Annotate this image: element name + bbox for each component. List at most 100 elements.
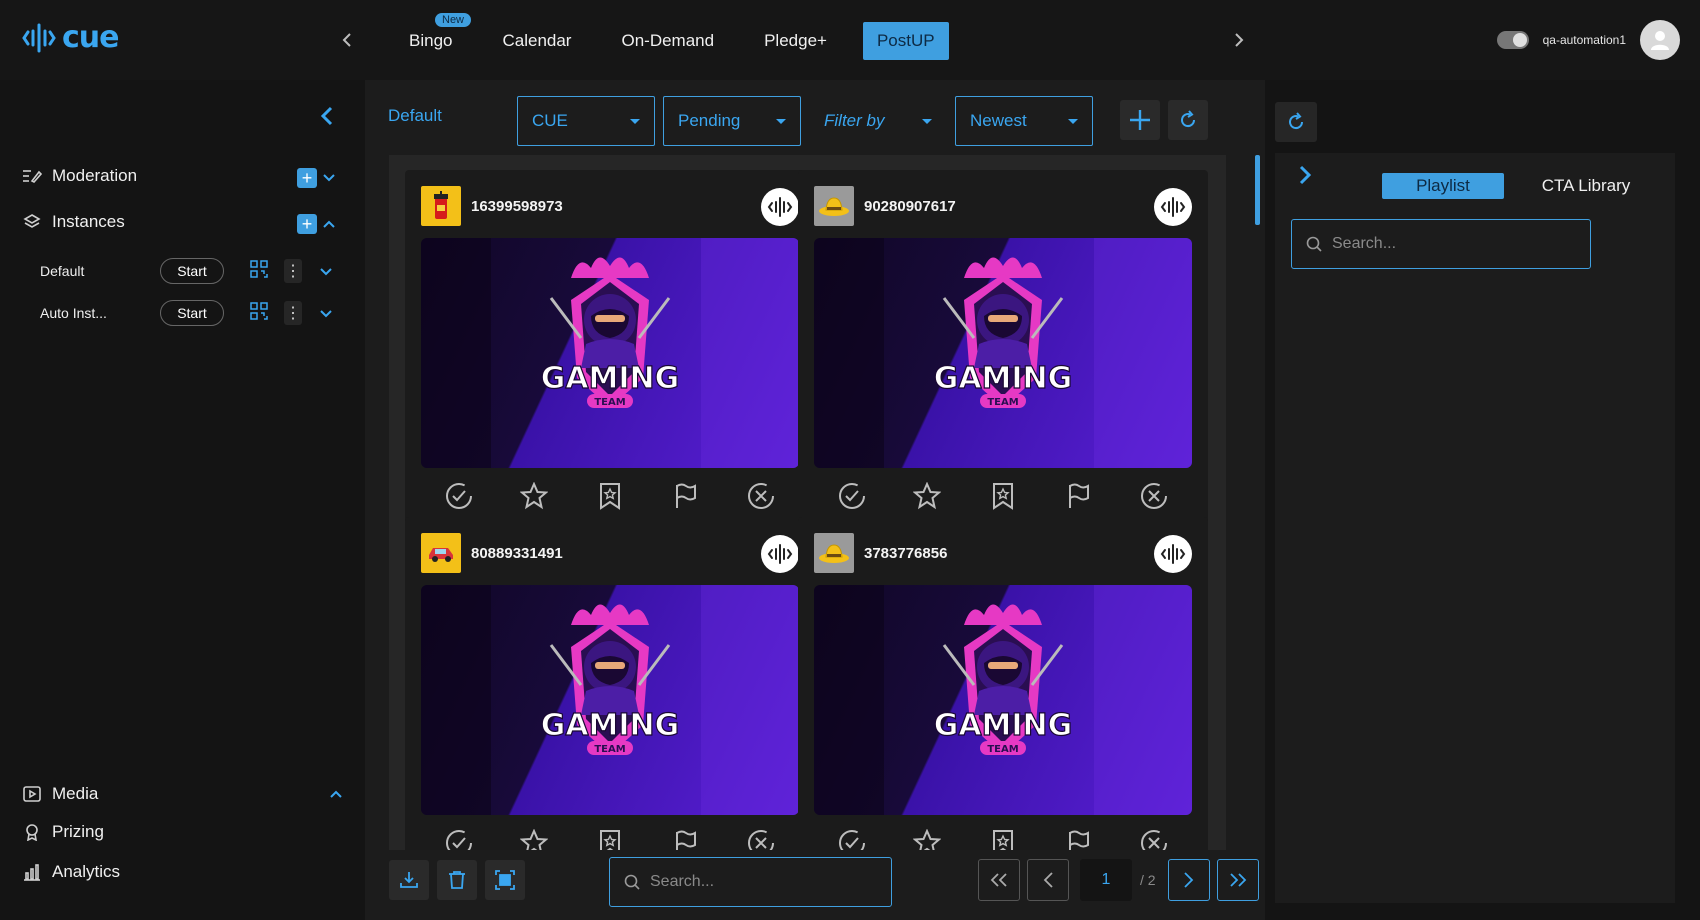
bookmark-star-icon[interactable] <box>596 482 624 510</box>
filter-dropdown[interactable]: Filter by <box>809 96 947 146</box>
cue-logo[interactable]: cue <box>22 20 119 55</box>
status-dropdown[interactable]: Pending <box>663 96 801 146</box>
star-icon[interactable] <box>520 482 549 510</box>
last-page-button[interactable] <box>1217 859 1259 901</box>
cue-badge-button[interactable] <box>1154 535 1192 573</box>
add-moderation-button[interactable]: + <box>297 168 317 188</box>
chevron-up-icon[interactable] <box>330 790 342 798</box>
dropdown-value: Filter by <box>824 111 885 130</box>
instance-name[interactable]: Default <box>40 263 160 279</box>
approve-icon[interactable] <box>838 829 866 850</box>
sidebar-collapse-button[interactable] <box>320 106 334 131</box>
chevron-down-icon[interactable] <box>323 174 335 182</box>
logo-subtitle: TEAM <box>987 744 1018 755</box>
card-user-id: 3783776856 <box>864 544 948 562</box>
tab-bingo[interactable]: Bingo New <box>395 13 472 60</box>
bookmark-star-icon[interactable] <box>989 829 1017 850</box>
instance-row: Default Start ⋮ <box>40 257 340 285</box>
reject-icon[interactable] <box>1140 482 1168 510</box>
approve-icon[interactable] <box>445 482 473 510</box>
prev-page-button[interactable] <box>1027 859 1069 901</box>
sidebar-item-moderation[interactable]: Moderation <box>22 166 137 186</box>
card-actions <box>814 821 1192 850</box>
panel-search-field[interactable] <box>1291 219 1591 269</box>
reject-icon[interactable] <box>1140 829 1168 850</box>
chevron-down-icon[interactable] <box>320 305 332 321</box>
post-card[interactable]: 80889331491 GAMING TEAM <box>405 517 815 850</box>
add-button[interactable] <box>1120 100 1160 140</box>
post-card[interactable]: 3783776856 GAMING TEAM <box>798 517 1208 850</box>
card-media[interactable]: GAMING TEAM <box>421 585 799 815</box>
star-icon[interactable] <box>913 482 942 510</box>
chevron-left-icon <box>320 106 333 126</box>
tab-on-demand[interactable]: On-Demand <box>607 22 728 60</box>
nav-next-arrow[interactable] <box>1225 26 1253 54</box>
cue-badge-button[interactable] <box>761 188 799 226</box>
flag-icon[interactable] <box>672 829 700 850</box>
chevron-down-icon[interactable] <box>320 263 332 279</box>
approve-icon[interactable] <box>445 829 473 850</box>
sidebar: Moderation + Instances + Default Start ⋮… <box>0 80 365 920</box>
refresh-button[interactable] <box>1168 100 1208 140</box>
grid-scrollbar[interactable] <box>1255 155 1260 225</box>
chevron-up-icon[interactable] <box>323 220 335 228</box>
flag-icon[interactable] <box>1065 829 1093 850</box>
add-instance-button[interactable]: + <box>297 214 317 234</box>
qr-code-icon[interactable] <box>250 301 270 325</box>
sidebar-item-analytics[interactable]: Analytics <box>22 862 120 882</box>
reject-icon[interactable] <box>747 482 775 510</box>
panel-expand-button[interactable] <box>1298 165 1312 190</box>
select-all-button[interactable] <box>485 860 525 900</box>
star-icon[interactable] <box>520 829 549 850</box>
tab-playlist[interactable]: Playlist <box>1382 173 1504 199</box>
download-button[interactable] <box>389 860 429 900</box>
reject-icon[interactable] <box>747 829 775 850</box>
avatar[interactable] <box>1640 20 1680 60</box>
tab-label: Bingo <box>409 31 453 50</box>
theme-toggle[interactable] <box>1496 31 1529 49</box>
approve-icon[interactable] <box>838 482 866 510</box>
tab-pledge-plus[interactable]: Pledge+ <box>750 22 841 60</box>
playlist-panel: Playlist CTA Library <box>1275 153 1675 903</box>
sidebar-item-prizing[interactable]: Prizing <box>22 822 104 842</box>
search-input[interactable] <box>1332 235 1552 253</box>
cue-badge-button[interactable] <box>1154 188 1192 226</box>
grid-search-field[interactable] <box>609 857 892 907</box>
chevron-left-icon <box>1043 872 1053 888</box>
sidebar-item-media[interactable]: Media <box>22 784 98 804</box>
more-options-icon[interactable]: ⋮ <box>284 301 302 325</box>
instance-name[interactable]: Auto Inst... <box>40 305 160 321</box>
search-input[interactable] <box>650 873 870 891</box>
next-page-button[interactable] <box>1168 859 1210 901</box>
qr-code-icon[interactable] <box>250 259 270 283</box>
sort-dropdown[interactable]: Newest <box>955 96 1093 146</box>
logo-title: GAMING <box>934 361 1073 396</box>
tab-cta-library[interactable]: CTA Library <box>1525 173 1647 199</box>
source-dropdown[interactable]: CUE <box>517 96 655 146</box>
card-media[interactable]: GAMING TEAM <box>814 238 1192 468</box>
bookmark-star-icon[interactable] <box>989 482 1017 510</box>
post-card[interactable]: 16399598973 GAMING TEAM <box>405 170 815 530</box>
sidebar-item-label: Analytics <box>52 862 121 881</box>
flag-icon[interactable] <box>1065 482 1093 510</box>
panel-refresh-button[interactable] <box>1275 102 1317 142</box>
sidebar-item-instances[interactable]: Instances <box>22 212 125 232</box>
tab-postup[interactable]: PostUP <box>862 22 949 60</box>
flag-icon[interactable] <box>672 482 700 510</box>
start-button[interactable]: Start <box>160 258 224 284</box>
bookmark-star-icon[interactable] <box>596 829 624 850</box>
star-icon[interactable] <box>913 829 942 850</box>
current-page[interactable]: 1 <box>1080 859 1132 901</box>
card-media[interactable]: GAMING TEAM <box>421 238 799 468</box>
more-options-icon[interactable]: ⋮ <box>284 259 302 283</box>
first-page-button[interactable] <box>978 859 1020 901</box>
start-button[interactable]: Start <box>160 300 224 326</box>
logo-text: cue <box>62 20 119 55</box>
caret-down-icon <box>776 118 786 124</box>
delete-button[interactable] <box>437 860 477 900</box>
post-card[interactable]: 90280907617 GAMING TEAM <box>798 170 1208 530</box>
nav-prev-arrow[interactable] <box>333 26 361 54</box>
tab-calendar[interactable]: Calendar <box>488 22 585 60</box>
cue-badge-button[interactable] <box>761 535 799 573</box>
card-media[interactable]: GAMING TEAM <box>814 585 1192 815</box>
